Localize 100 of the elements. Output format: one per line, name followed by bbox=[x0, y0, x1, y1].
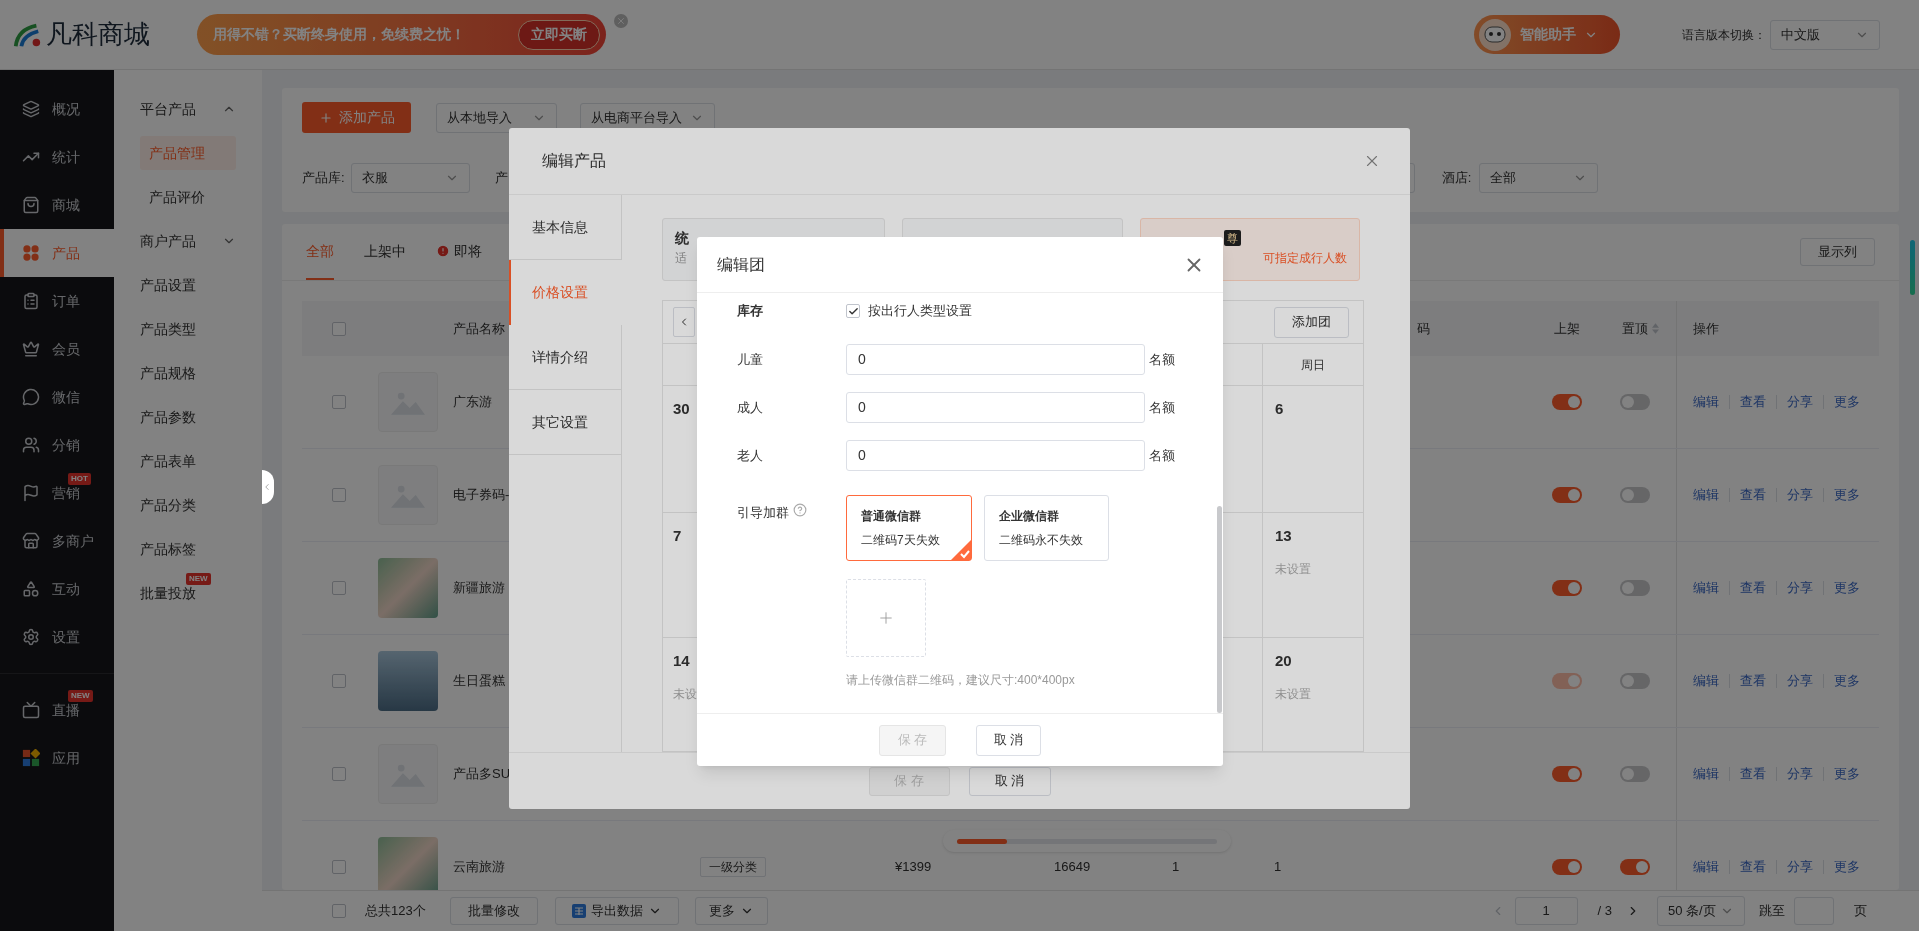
action-link[interactable]: 分享 bbox=[1787, 857, 1813, 877]
subnav-item[interactable]: NEW 批量投放 bbox=[140, 571, 236, 615]
action-link[interactable]: 更多 bbox=[1834, 392, 1860, 412]
action-link[interactable]: 编辑 bbox=[1693, 392, 1719, 412]
action-link[interactable]: 编辑 bbox=[1693, 485, 1719, 505]
nav-item[interactable]: 概况 bbox=[0, 85, 114, 133]
action-link[interactable]: 编辑 bbox=[1693, 764, 1719, 784]
export-button[interactable]: 导出数据 bbox=[554, 897, 679, 925]
toggle-switch[interactable] bbox=[1620, 673, 1650, 689]
nav-item[interactable]: NEW 直播 bbox=[0, 686, 114, 734]
action-link[interactable]: 更多 bbox=[1834, 485, 1860, 505]
subnav-group[interactable]: 商户产品 bbox=[140, 219, 236, 263]
nav-item[interactable]: 应用 bbox=[0, 734, 114, 782]
toggle-switch[interactable] bbox=[1620, 394, 1650, 410]
toggle-switch[interactable] bbox=[1552, 487, 1582, 503]
page-size-select[interactable]: 50 条/页 bbox=[1657, 896, 1745, 926]
toggle-switch[interactable] bbox=[1552, 580, 1582, 596]
import-dropdown[interactable]: 从本地导入 bbox=[436, 102, 557, 133]
checkbox[interactable] bbox=[332, 904, 346, 918]
action-link[interactable]: 查看 bbox=[1740, 764, 1766, 784]
filter-select[interactable]: 衣服 bbox=[350, 163, 470, 193]
dialog-tab[interactable]: 基本信息 bbox=[509, 195, 622, 260]
buy-button[interactable]: 立即买断 bbox=[518, 19, 600, 50]
previous-month-button[interactable] bbox=[673, 307, 695, 337]
nav-item[interactable]: 商城 bbox=[0, 181, 114, 229]
dialog-tab[interactable]: 详情介绍 bbox=[509, 325, 622, 390]
checkbox[interactable] bbox=[332, 581, 346, 595]
nav-item[interactable]: 订单 bbox=[0, 277, 114, 325]
subnav-item[interactable]: 产品分类 bbox=[140, 483, 236, 527]
checkbox[interactable] bbox=[846, 304, 860, 318]
action-link[interactable]: 查看 bbox=[1740, 671, 1766, 691]
action-link[interactable]: 分享 bbox=[1787, 392, 1813, 412]
subnav-item[interactable]: 产品管理 bbox=[140, 136, 236, 170]
upload-box[interactable] bbox=[846, 579, 926, 657]
action-link[interactable]: 分享 bbox=[1787, 578, 1813, 598]
toggle-switch[interactable] bbox=[1620, 487, 1650, 503]
group-type-option[interactable]: 企业微信群 二维码永不失效 bbox=[984, 495, 1109, 561]
nav-item[interactable]: 互动 bbox=[0, 565, 114, 613]
nav-item[interactable]: 分销 bbox=[0, 421, 114, 469]
columns-button[interactable]: 显示列 bbox=[1800, 238, 1875, 266]
assistant-button[interactable]: 智能助手 bbox=[1474, 15, 1620, 54]
action-link[interactable]: 查看 bbox=[1740, 485, 1766, 505]
subnav-item[interactable]: 产品规格 bbox=[140, 351, 236, 395]
action-link[interactable]: 查看 bbox=[1740, 578, 1766, 598]
page-input[interactable]: 1 bbox=[1514, 897, 1578, 925]
checkbox[interactable] bbox=[332, 321, 346, 336]
status-tab[interactable]: 全部 bbox=[306, 224, 334, 280]
dialog-tab[interactable]: 其它设置 bbox=[509, 390, 622, 455]
action-link[interactable]: 分享 bbox=[1787, 764, 1813, 784]
checkbox[interactable] bbox=[332, 674, 346, 688]
nav-item[interactable]: 统计 bbox=[0, 133, 114, 181]
nav-item[interactable]: 微信 bbox=[0, 373, 114, 421]
toggle-switch[interactable] bbox=[1552, 766, 1582, 782]
add-product-button[interactable]: 添加产品 bbox=[302, 102, 411, 133]
add-group-button[interactable]: 添加团 bbox=[1274, 306, 1349, 338]
subnav-item[interactable]: 产品标签 bbox=[140, 527, 236, 571]
filter-select[interactable]: 全部 bbox=[1479, 163, 1599, 193]
help-icon[interactable] bbox=[793, 503, 807, 517]
nav-item[interactable]: 多商户 bbox=[0, 517, 114, 565]
subnav-item[interactable]: 产品类型 bbox=[140, 307, 236, 351]
quota-input[interactable]: 0 bbox=[846, 344, 1145, 375]
promo-banner[interactable]: 用得不错？买断终身使用，免续费之忧！ 立即买断 bbox=[197, 14, 606, 55]
checkbox[interactable] bbox=[332, 860, 346, 874]
nav-item[interactable]: 设置 bbox=[0, 613, 114, 661]
cancel-button[interactable]: 取 消 bbox=[976, 724, 1041, 756]
toggle-switch[interactable] bbox=[1620, 580, 1650, 596]
language-select[interactable]: 中文版 bbox=[1770, 19, 1880, 50]
toggle-switch[interactable] bbox=[1552, 859, 1582, 875]
toggle-switch[interactable] bbox=[1552, 394, 1582, 410]
checkbox[interactable] bbox=[332, 488, 346, 502]
subnav-item[interactable]: 产品参数 bbox=[140, 395, 236, 439]
status-tab[interactable]: 上架中 bbox=[364, 224, 406, 280]
subnav-item[interactable]: 产品设置 bbox=[140, 263, 236, 307]
toggle-switch[interactable] bbox=[1620, 766, 1650, 782]
subnav-item[interactable]: 产品表单 bbox=[140, 439, 236, 483]
quota-input[interactable]: 0 bbox=[846, 392, 1145, 423]
checkbox[interactable] bbox=[332, 767, 346, 781]
sort-icon[interactable] bbox=[1652, 323, 1659, 334]
action-link[interactable]: 查看 bbox=[1740, 392, 1766, 412]
dialog-tab[interactable]: 价格设置 bbox=[509, 260, 622, 325]
batch-edit-button[interactable]: 批量修改 bbox=[449, 897, 538, 925]
checkbox[interactable] bbox=[332, 395, 346, 409]
horizontal-scrollbar[interactable] bbox=[943, 830, 1231, 852]
subnav-group[interactable]: 平台产品 bbox=[140, 87, 236, 131]
collapse-handle[interactable] bbox=[262, 470, 274, 504]
nav-item[interactable]: 产品 bbox=[0, 229, 114, 277]
group-type-option[interactable]: 普通微信群 二维码7天失效 bbox=[846, 495, 972, 561]
more-button[interactable]: 更多 bbox=[694, 897, 768, 925]
action-link[interactable]: 查看 bbox=[1740, 857, 1766, 877]
action-link[interactable]: 分享 bbox=[1787, 485, 1813, 505]
action-link[interactable]: 编辑 bbox=[1693, 671, 1719, 691]
nav-item[interactable]: 会员 bbox=[0, 325, 114, 373]
action-link[interactable]: 更多 bbox=[1834, 671, 1860, 691]
action-link[interactable]: 编辑 bbox=[1693, 578, 1719, 598]
action-link[interactable]: 分享 bbox=[1787, 671, 1813, 691]
action-link[interactable]: 更多 bbox=[1834, 764, 1860, 784]
quota-input[interactable]: 0 bbox=[846, 440, 1145, 471]
vertical-scrollbar[interactable] bbox=[1217, 506, 1222, 713]
action-link[interactable]: 更多 bbox=[1834, 578, 1860, 598]
action-link[interactable]: 更多 bbox=[1834, 857, 1860, 877]
